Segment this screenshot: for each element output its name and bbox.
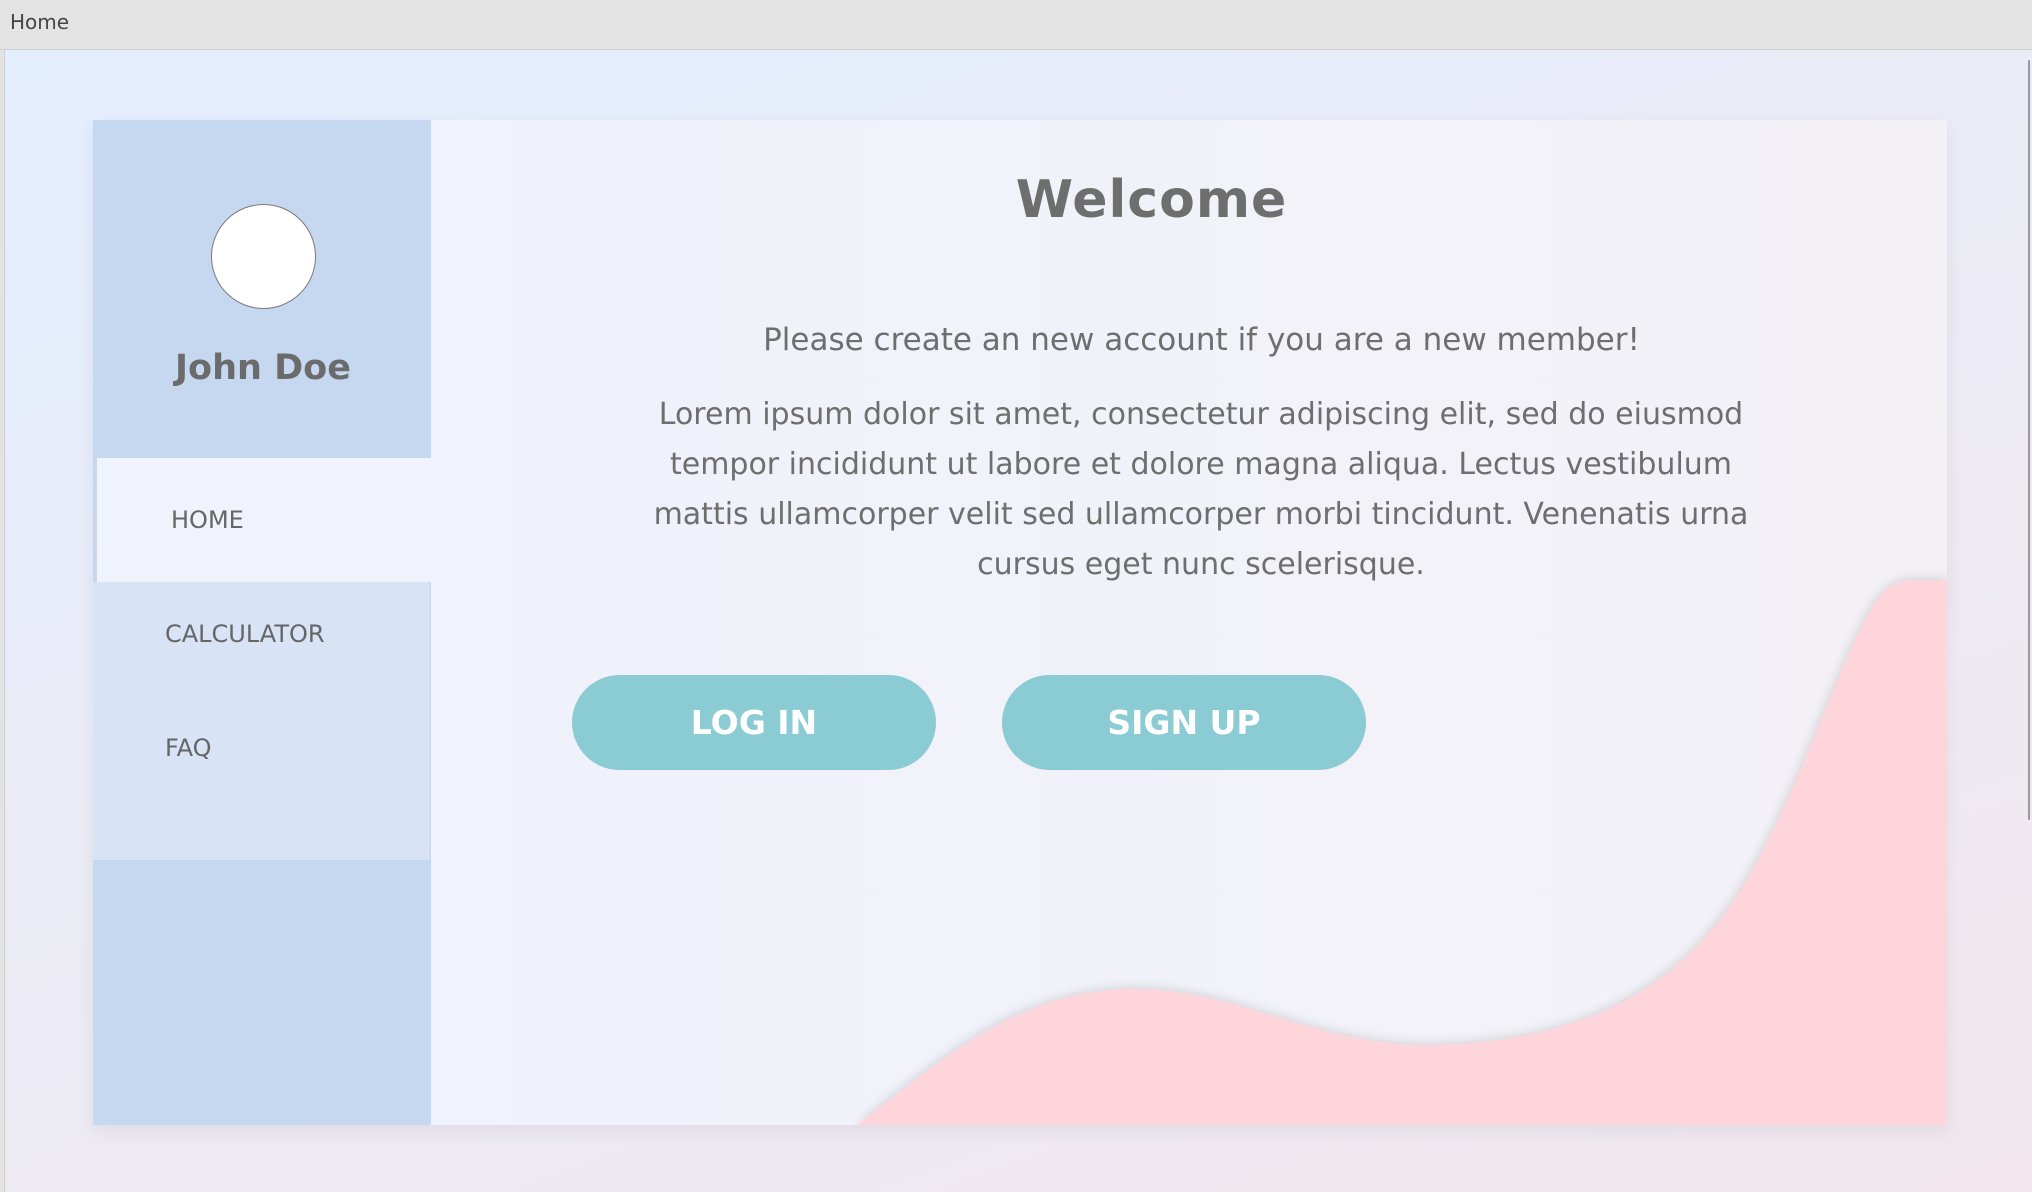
page-title: Welcome [1015, 170, 1288, 230]
sidebar-nav: HOME CALCULATOR FAQ [93, 458, 431, 860]
user-name: John Doe [175, 348, 351, 388]
sidebar-item-calculator[interactable]: CALCULATOR [93, 594, 431, 674]
signup-button[interactable]: SIGN UP [1002, 675, 1366, 770]
intro-paragraph: Lorem ipsum dolor sit amet, consectetur … [653, 397, 1749, 582]
sidebar-item-home[interactable]: HOME [93, 458, 431, 582]
wave-shape [857, 580, 1947, 1125]
window-content: John Doe HOME CALCULATOR FAQ Welcome Ple… [4, 50, 2032, 1192]
main-content: Welcome Please create an new account if … [431, 120, 1947, 1125]
avatar [211, 204, 316, 309]
sidebar-item-label: HOME [171, 506, 244, 534]
app-window: Home John Doe HOME CALCULATOR FAQ Welcom… [0, 0, 2032, 1192]
sidebar-item-faq[interactable]: FAQ [93, 708, 431, 788]
login-button[interactable]: LOG IN [572, 675, 936, 770]
window-title: Home [10, 10, 70, 34]
main-card: John Doe HOME CALCULATOR FAQ Welcome Ple… [93, 120, 1947, 1125]
profile-section: John Doe [93, 120, 431, 458]
scrollbar-thumb[interactable] [2028, 60, 2030, 820]
sidebar-item-label: CALCULATOR [165, 620, 325, 648]
decorative-wave [857, 580, 1947, 1125]
title-bar: Home [0, 0, 2032, 50]
scrollbar[interactable] [2022, 50, 2032, 830]
page-subtitle: Please create an new account if you are … [763, 322, 1640, 358]
sidebar-item-label: FAQ [165, 734, 212, 762]
sidebar: John Doe HOME CALCULATOR FAQ [93, 120, 431, 1125]
